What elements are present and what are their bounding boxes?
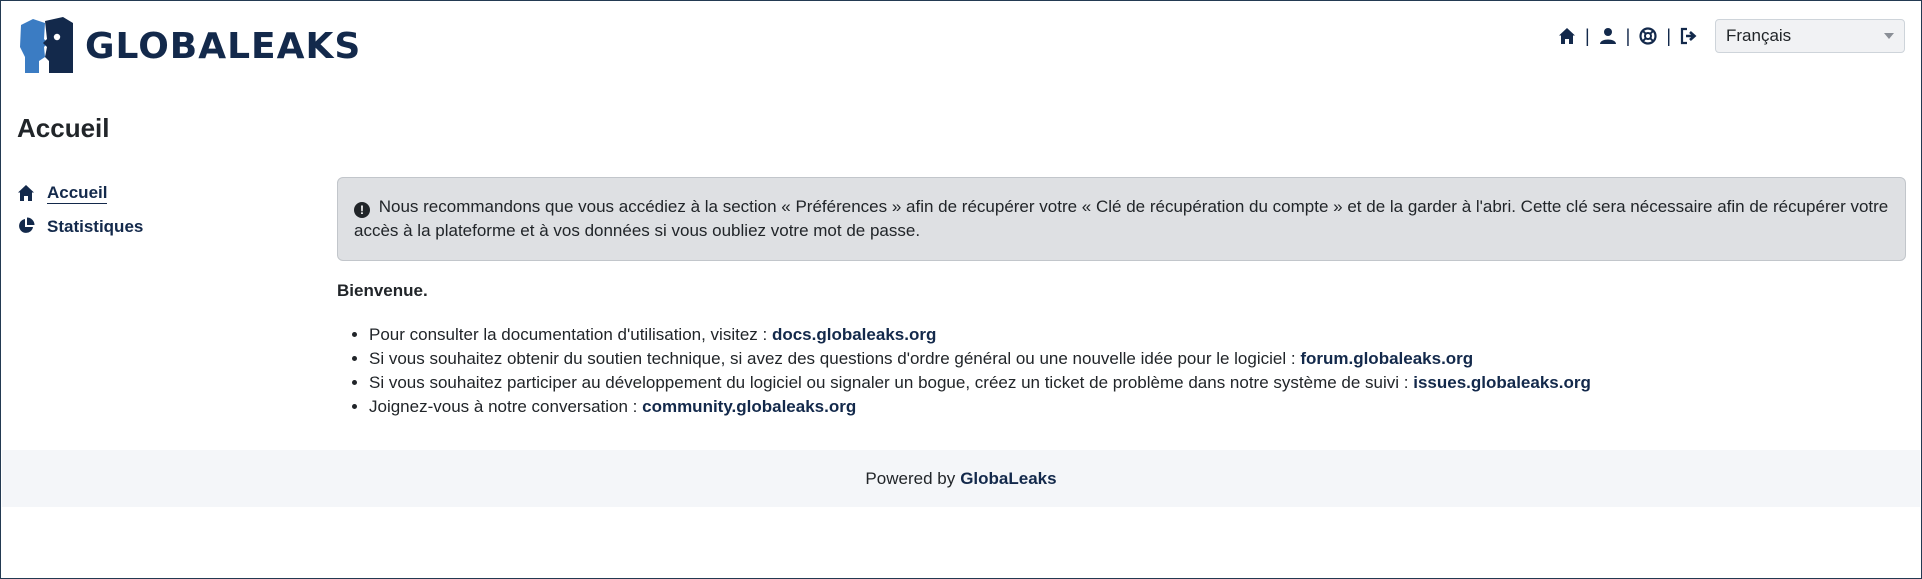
list-item: Si vous souhaitez participer au développ… bbox=[369, 371, 1906, 395]
recovery-key-alert: ! Nous recommandons que vous accédiez à … bbox=[337, 177, 1906, 261]
footer: Powered by GlobaLeaks bbox=[2, 450, 1920, 507]
list-item: Joignez-vous à notre conversation : comm… bbox=[369, 395, 1906, 419]
list-item-text: Si vous souhaitez obtenir du soutien tec… bbox=[369, 349, 1301, 368]
header: GLOBALEAKS bbox=[17, 17, 361, 75]
footer-powered-by: Powered by bbox=[865, 468, 956, 488]
list-item-text: Si vous souhaitez participer au développ… bbox=[369, 373, 1414, 392]
support-icon[interactable] bbox=[1638, 26, 1658, 46]
page-title: Accueil bbox=[17, 113, 110, 143]
top-navigation: | | | Français bbox=[1557, 19, 1905, 53]
separator: | bbox=[1666, 25, 1671, 46]
globaleaks-link[interactable]: GlobaLeaks bbox=[960, 469, 1056, 489]
logout-icon[interactable] bbox=[1679, 26, 1699, 46]
sidebar-item-label: Statistiques bbox=[47, 216, 144, 236]
home-icon bbox=[17, 184, 37, 204]
sidebar-item-home[interactable]: Accueil bbox=[17, 177, 143, 210]
sidebar-item-label: Accueil bbox=[47, 183, 108, 204]
main-content: ! Nous recommandons que vous accédiez à … bbox=[337, 177, 1906, 419]
docs-link[interactable]: docs.globaleaks.org bbox=[772, 325, 936, 344]
welcome-heading: Bienvenue. bbox=[337, 281, 428, 300]
user-icon[interactable] bbox=[1598, 26, 1618, 46]
separator: | bbox=[1625, 25, 1631, 46]
language-select-value: Français bbox=[1726, 26, 1792, 45]
forum-link[interactable]: forum.globaleaks.org bbox=[1300, 349, 1473, 368]
language-select[interactable]: Français bbox=[1715, 19, 1905, 53]
exclamation-circle-icon: ! bbox=[354, 202, 370, 218]
issues-link[interactable]: issues.globaleaks.org bbox=[1413, 373, 1591, 392]
pie-chart-icon bbox=[17, 217, 37, 237]
resource-links-list: Pour consulter la documentation d'utilis… bbox=[337, 323, 1906, 419]
community-link[interactable]: community.globaleaks.org bbox=[642, 397, 856, 416]
home-icon[interactable] bbox=[1557, 26, 1577, 46]
alert-text: Nous recommandons que vous accédiez à la… bbox=[354, 197, 1889, 240]
separator: | bbox=[1584, 25, 1590, 46]
list-item-text: Pour consulter la documentation d'utilis… bbox=[369, 325, 772, 344]
list-item-text: Joignez-vous à notre conversation : bbox=[369, 397, 643, 416]
sidebar-item-statistics[interactable]: Statistiques bbox=[17, 210, 143, 243]
chevron-down-icon bbox=[1884, 33, 1894, 39]
globaleaks-logo-icon[interactable] bbox=[17, 17, 75, 75]
list-item: Pour consulter la documentation d'utilis… bbox=[369, 323, 1906, 347]
brand-name: GLOBALEAKS bbox=[85, 25, 362, 67]
list-item: Si vous souhaitez obtenir du soutien tec… bbox=[369, 347, 1906, 371]
sidebar: Accueil Statistiques bbox=[17, 177, 143, 243]
